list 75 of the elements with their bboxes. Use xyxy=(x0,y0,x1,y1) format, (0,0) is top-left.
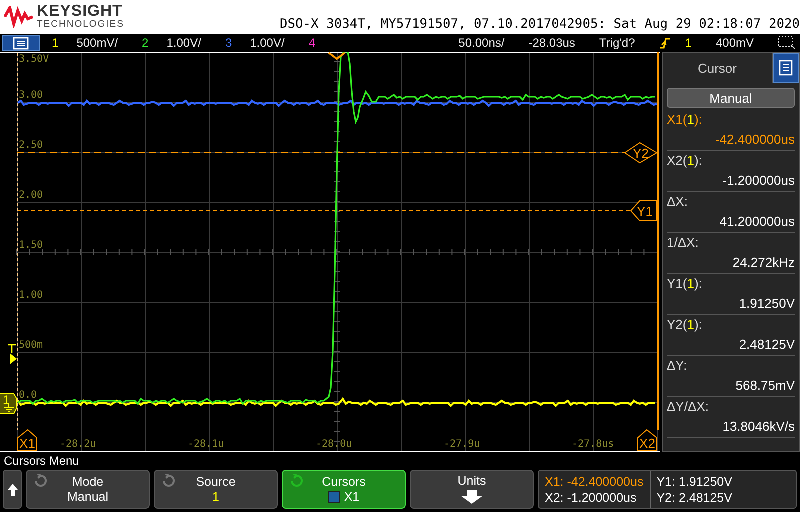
softkey[interactable]: Cursors X1 xyxy=(282,470,406,509)
readout-value: 2.48125V xyxy=(739,337,795,352)
channel-number[interactable]: 2 xyxy=(142,36,149,50)
readout-label: Y2(1): xyxy=(667,317,702,332)
timebase: 50.00ns/ xyxy=(458,36,505,50)
brand-name: KEYSIGHT xyxy=(37,4,124,20)
channel-scale: 1.00V/ xyxy=(250,36,285,50)
channel-scale: 1.00V/ xyxy=(166,36,202,50)
trigger-position-icon xyxy=(328,52,346,60)
dotted-box-icon[interactable] xyxy=(778,36,796,50)
channel-number[interactable]: 1 xyxy=(52,36,59,50)
readout-value: 1.91250V xyxy=(739,296,795,311)
softkey[interactable]: Source 1 xyxy=(154,470,278,509)
time-label: -27.8us xyxy=(572,439,614,450)
menu-icon xyxy=(779,60,793,76)
dial-icon xyxy=(33,474,49,488)
dial-icon xyxy=(289,474,305,488)
readout-label: X2(1): xyxy=(667,153,702,168)
time-label: -28.0u xyxy=(316,439,352,450)
readout-label: ΔY: xyxy=(667,358,688,373)
up-arrow-icon xyxy=(8,484,18,496)
trigger-status: Trig'd? xyxy=(599,36,636,50)
channel-number[interactable]: 3 xyxy=(225,36,232,50)
readout-value: 13.8046kV/s xyxy=(722,419,795,434)
menu-title: Cursors Menu xyxy=(3,454,80,470)
channel-number[interactable]: 4 xyxy=(308,36,316,50)
readout-text: X2: -1.200000us xyxy=(545,490,637,504)
readout-label: ΔX: xyxy=(667,194,688,209)
menu-icon xyxy=(13,36,29,50)
dial-icon xyxy=(161,474,177,488)
menu-button[interactable] xyxy=(773,53,799,83)
cursor-marker[interactable]: X2 xyxy=(638,429,658,452)
readout-value: -1.200000us xyxy=(722,173,795,188)
readout-value: 41.200000us xyxy=(720,214,795,229)
readout-label: X1(1): xyxy=(667,112,702,127)
readout-text: Y1: 1.91250V xyxy=(656,474,732,488)
ground-marker[interactable]: 1 xyxy=(0,393,18,414)
softkey[interactable]: Units xyxy=(410,470,534,509)
trigger-source: 1 xyxy=(685,36,692,50)
readout-value: 568.75mV xyxy=(736,378,795,393)
delay: -28.03us xyxy=(528,36,576,50)
readout-label: Y1(1): xyxy=(667,276,702,291)
time-label: -28.2u xyxy=(60,439,96,450)
menu-button[interactable] xyxy=(2,35,40,51)
down-arrow-icon xyxy=(461,490,483,504)
up-arrow-button[interactable] xyxy=(3,470,22,509)
softkey[interactable]: Mode Manual xyxy=(26,470,150,509)
mode-button[interactable]: Manual xyxy=(667,88,795,108)
readout-value: 24.272kHz xyxy=(732,255,795,270)
wave-logo-icon xyxy=(4,6,34,28)
readout-label: ΔY/ΔX: xyxy=(667,399,709,414)
time-label: -27.9u xyxy=(444,439,480,450)
cursor-marker[interactable]: Y1 xyxy=(630,200,658,222)
trigger-level: 400mV xyxy=(716,36,754,50)
cursor-marker[interactable]: X1 xyxy=(18,429,38,452)
readout-value: -42.400000us xyxy=(715,132,795,147)
voltage-label: 1.50 xyxy=(19,240,44,251)
channel-scale: 500mV/ xyxy=(76,36,118,50)
cursor-line[interactable] xyxy=(17,52,18,430)
readout-text: Y2: 2.48125V xyxy=(656,490,732,504)
instrument-title: DSO-X 3034T, MY57191507, 07.10.2017042905: Sat Aug 29 02:18:07 2020 xyxy=(280,17,800,34)
voltage-label: 2.00 xyxy=(19,190,44,201)
readout-text: X1: -42.400000us xyxy=(545,474,644,488)
time-label: -28.1u xyxy=(188,439,224,450)
brand-subtitle: TECHNOLOGIES xyxy=(37,20,124,30)
voltage-label: 3.00 xyxy=(19,90,44,101)
voltage-label: 3.50V xyxy=(19,54,50,65)
trigger-level-icon[interactable] xyxy=(7,344,18,364)
voltage-label: 0.0 xyxy=(19,390,38,401)
readout-label: 1/ΔX: xyxy=(667,235,699,250)
rising-edge-icon xyxy=(659,36,672,50)
voltage-label: 2.50 xyxy=(19,140,44,151)
voltage-label: 1.00 xyxy=(19,290,44,301)
voltage-label: 500m xyxy=(19,340,44,351)
cursor-marker[interactable]: Y2 xyxy=(624,142,658,164)
